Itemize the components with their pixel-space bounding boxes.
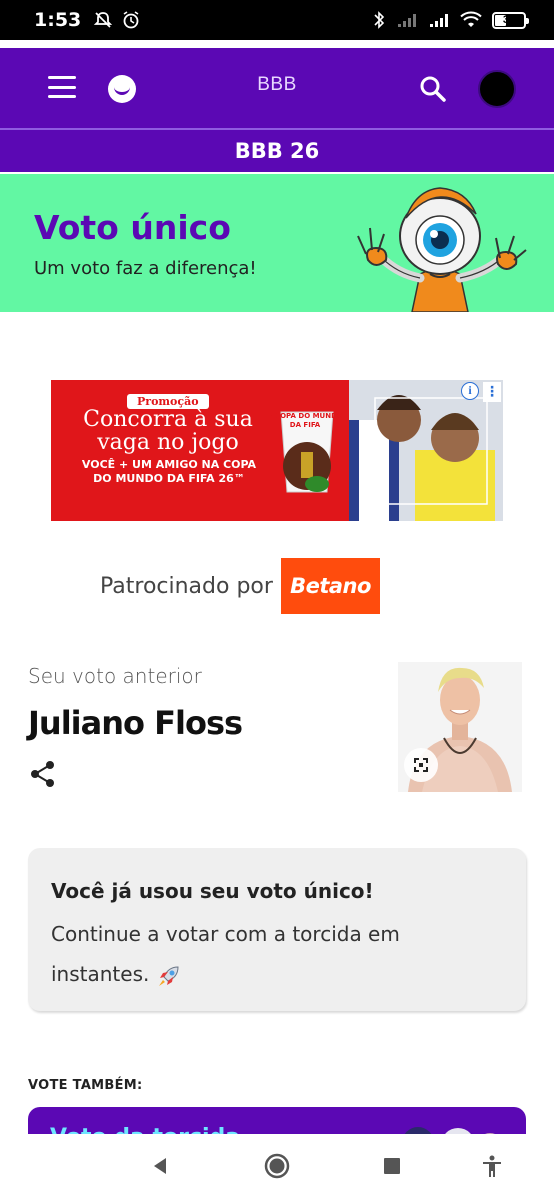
used-vote-message: Continue a votar com a torcida em instan… (51, 914, 451, 994)
sponsor-logo[interactable]: Betano (281, 558, 380, 614)
ad-headline: Concorra à sua vaga no jogo (83, 407, 253, 455)
ad-photo (349, 380, 503, 521)
system-nav-bar (0, 1134, 554, 1200)
status-time: 1:53 (34, 9, 82, 31)
used-vote-title: Você já usou seu voto único! (51, 879, 374, 903)
notifications-off-icon (94, 12, 113, 28)
ad-menu-icon[interactable]: ⋮ (483, 382, 501, 402)
profile-avatar[interactable] (478, 70, 516, 108)
battery-level: 36 (502, 14, 516, 26)
status-left-icons (93, 10, 141, 30)
rocket-icon (158, 965, 179, 986)
ad-cup-text: A COPA DO MUNDO DA FIFA (267, 412, 343, 429)
ad-subline: VOCÊ + UM AMIGO NA COPA DO MUNDO DA FIFA… (81, 458, 257, 485)
eye-mascot-icon (357, 187, 527, 312)
ad-banner[interactable]: Promoção Concorra à sua vaga no jogo VOC… (51, 380, 503, 521)
app-header: BBB (0, 48, 554, 128)
previous-vote-label: Seu voto anterior (28, 664, 202, 688)
signal-icon (430, 14, 448, 27)
section-title: BBB 26 (0, 130, 554, 172)
top-gap (0, 40, 554, 48)
status-bar: 1:53 36 (0, 0, 554, 40)
search-icon[interactable] (418, 74, 448, 104)
sponsor-label: Patrocinado por (100, 574, 273, 599)
screen: 1:53 36 BBB BBB 26 Voto único Um voto fa… (0, 0, 554, 1200)
back-icon[interactable] (146, 1152, 174, 1180)
home-icon[interactable] (263, 1152, 291, 1180)
vote-banner: Voto único Um voto faz a diferença! (0, 174, 554, 312)
header-brand[interactable]: BBB (0, 74, 554, 96)
banner-title: Voto único (34, 208, 231, 247)
status-right-icons: 36 (372, 10, 529, 30)
vote-also-label: VOTE TAMBÉM: (28, 1078, 143, 1093)
share-icon[interactable] (30, 760, 56, 788)
banner-subtitle: Um voto faz a diferença! (34, 258, 257, 279)
expand-icon[interactable] (404, 748, 438, 782)
bluetooth-icon (374, 11, 385, 29)
used-vote-body: Continue a votar com a torcida em instan… (51, 922, 400, 986)
wifi-icon (460, 11, 482, 27)
ad-fans-image (349, 380, 503, 521)
accessibility-icon[interactable] (478, 1152, 506, 1180)
battery-icon: 36 (492, 11, 529, 29)
previous-vote-name: Juliano Floss (28, 704, 243, 742)
ad-info-icon[interactable]: i (461, 382, 479, 400)
signal-weak-icon (398, 14, 416, 27)
recents-icon[interactable] (378, 1152, 406, 1180)
used-vote-card: Você já usou seu voto único! Continue a … (28, 848, 526, 1011)
alarm-icon (123, 11, 139, 29)
